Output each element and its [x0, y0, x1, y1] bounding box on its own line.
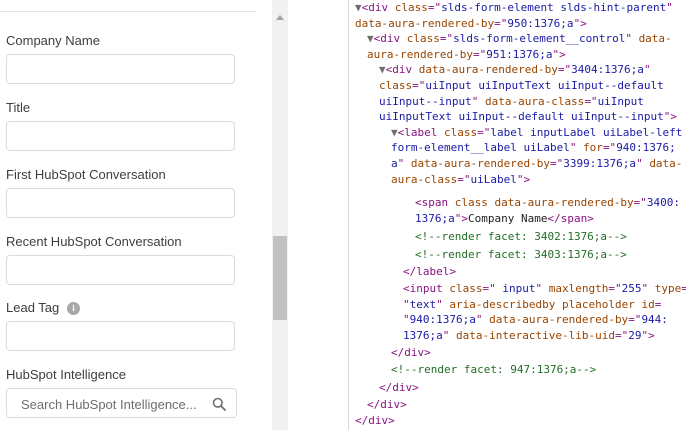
- dom-line[interactable]: a" data-aura-rendered-by="3399:1376;a" d…: [391, 156, 682, 172]
- dom-line[interactable]: aura-rendered-by="951:1376;a">: [367, 47, 566, 63]
- dom-line[interactable]: data-aura-rendered-by="950:1376;a">: [355, 16, 587, 32]
- dom-line[interactable]: "text" aria-describedby placeholder id=: [403, 297, 661, 313]
- hubspot-intelligence-label: HubSpot Intelligence: [6, 367, 126, 382]
- company-name-input[interactable]: [6, 54, 235, 84]
- recent-hubspot-conversation-label: Recent HubSpot Conversation: [6, 234, 182, 249]
- dom-line[interactable]: </div>: [367, 397, 407, 413]
- dom-line[interactable]: </div>: [355, 413, 395, 429]
- dom-line[interactable]: ▼<div data-aura-rendered-by="3404:1376;a…: [379, 62, 651, 78]
- hubspot-intelligence-search[interactable]: [6, 388, 237, 418]
- dom-line[interactable]: ▼<div class="slds-form-element__control"…: [367, 31, 672, 47]
- collapse-triangle-icon[interactable]: ▼: [379, 63, 386, 76]
- dom-line[interactable]: ▼<div class="slds-form-element slds-hint…: [355, 0, 673, 16]
- collapse-triangle-icon[interactable]: ▼: [367, 32, 374, 45]
- dom-line[interactable]: <!--render facet: 3403:1376;a-->: [415, 247, 627, 263]
- form-scrollbar[interactable]: [272, 0, 288, 430]
- dom-line[interactable]: 1376;a">Company Name</span>: [415, 211, 594, 227]
- first-hubspot-conversation-label: First HubSpot Conversation: [6, 167, 166, 182]
- dom-line[interactable]: </div>: [379, 380, 419, 396]
- dom-line[interactable]: <!--render facet: 947:1376;a-->: [391, 362, 596, 378]
- search-icon[interactable]: [212, 397, 226, 411]
- dom-line[interactable]: uiInputText uiInput--default uiInput--in…: [379, 109, 677, 125]
- first-hubspot-conversation-input[interactable]: [6, 188, 235, 218]
- devtools-elements-panel: ▼<div class="slds-form-element slds-hint…: [349, 0, 686, 430]
- dom-line[interactable]: <!--render facet: 3402:1376;a-->: [415, 229, 627, 245]
- collapse-triangle-icon[interactable]: ▼: [391, 126, 398, 139]
- scrollbar-thumb[interactable]: [273, 236, 287, 320]
- dom-line[interactable]: class="uiInput uiInputText uiInput--defa…: [379, 78, 664, 94]
- recent-hubspot-conversation-input[interactable]: [6, 255, 235, 285]
- form-top-divider: [0, 11, 256, 12]
- collapse-triangle-icon[interactable]: ▼: [355, 1, 362, 14]
- dom-line[interactable]: "940:1376;a" data-aura-rendered-by="944:: [403, 312, 668, 328]
- lead-tag-input[interactable]: [6, 321, 235, 351]
- dom-line[interactable]: </label>: [403, 264, 456, 280]
- scroll-up-arrow-icon[interactable]: [276, 15, 284, 20]
- dom-line[interactable]: 1376;a" data-interactive-lib-uid="29">: [403, 328, 655, 344]
- dom-line[interactable]: <span class data-aura-rendered-by="3400:: [415, 195, 680, 211]
- dom-line[interactable]: </div>: [391, 345, 431, 361]
- dom-line[interactable]: aura-class="uiLabel">: [391, 172, 530, 188]
- record-form-panel: Company Name Title First HubSpot Convers…: [0, 0, 272, 430]
- title-input[interactable]: [6, 121, 235, 151]
- label-text-node: Company Name: [468, 211, 548, 225]
- dom-line[interactable]: ▼<label class="label inputLabel uiLabel-…: [391, 125, 682, 141]
- dom-line[interactable]: <input class=" input" maxlength="255" ty…: [403, 281, 686, 297]
- dom-line[interactable]: uiInput--input" data-aura-class="uiInput: [379, 94, 644, 110]
- info-icon[interactable]: i: [67, 302, 80, 315]
- hubspot-intelligence-search-input[interactable]: [19, 395, 209, 413]
- lead-tag-label: Lead Tag: [6, 300, 60, 315]
- dom-line[interactable]: form-element__label uiLabel" for="940:13…: [391, 140, 676, 156]
- title-label: Title: [6, 100, 31, 115]
- company-name-label: Company Name: [6, 33, 100, 48]
